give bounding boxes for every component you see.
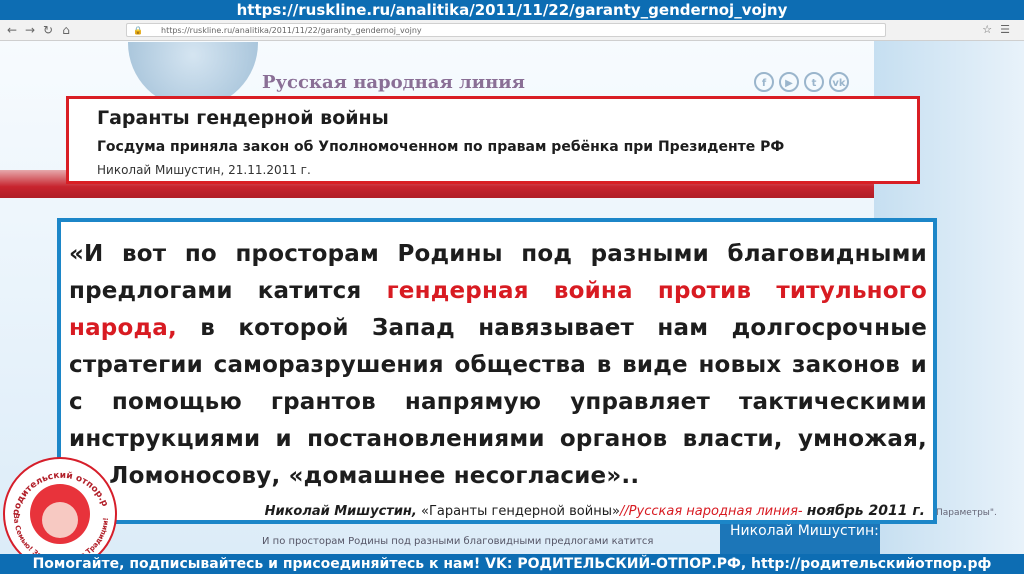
social-links: f ▶ t vk (754, 71, 854, 92)
address-bar[interactable]: 🔒 https://ruskline.ru/analitika/2011/11/… (126, 23, 886, 37)
quote-credit: Николай Мишустин, «Гаранты гендерной вой… (265, 503, 925, 519)
site-name[interactable]: Русская народная линия (262, 72, 525, 93)
lock-icon: 🔒 (133, 26, 143, 35)
reload-icon[interactable]: ↻ (40, 22, 56, 38)
slide-footer-banner: Помогайте, подписывайтесь и присоединяйт… (0, 554, 1024, 574)
article-author-date: Николай Мишустин, 21.11.2011 г. (97, 163, 311, 177)
vk-icon[interactable]: vk (829, 72, 849, 92)
quote-part-2: в которой Запад навязывает нам долгосроч… (69, 315, 927, 489)
article-subtitle: Госдума приняла закон об Уполномоченном … (97, 139, 785, 155)
twitter-icon[interactable]: t (804, 72, 824, 92)
address-bar-url: https://ruskline.ru/analitika/2011/11/22… (161, 26, 422, 35)
quote-text: «И вот по просторам Родины под разными б… (69, 236, 927, 495)
facebook-icon[interactable]: f (754, 72, 774, 92)
toolbar-icons[interactable]: ☆☰ (982, 23, 1018, 36)
slide-header-url: https://ruskline.ru/analitika/2011/11/22… (0, 0, 1024, 20)
forward-icon[interactable]: → (22, 22, 38, 38)
credit-date: ноябрь 2011 г. (806, 503, 925, 519)
underlying-param-text: Параметры". (936, 508, 997, 518)
youtube-icon[interactable]: ▶ (779, 72, 799, 92)
side-author-card[interactable]: Николай Мишустин: (720, 524, 880, 554)
credit-title: «Гаранты гендерной войны» (416, 504, 620, 519)
back-icon[interactable]: ← (4, 22, 20, 38)
credit-source: //Русская народная линия- (619, 504, 807, 519)
underlying-article-text: И по просторам Родины под разными благов… (262, 536, 654, 547)
credit-author: Николай Мишустин, (264, 504, 417, 519)
quote-box: «И вот по просторам Родины под разными б… (57, 218, 937, 524)
home-icon[interactable]: ⌂ (58, 22, 74, 38)
browser-toolbar: ← → ↻ ⌂ 🔒 https://ruskline.ru/analitika/… (0, 20, 1024, 41)
article-title-box: Гаранты гендерной войны Госдума приняла … (66, 96, 920, 184)
article-title: Гаранты гендерной войны (97, 107, 389, 129)
